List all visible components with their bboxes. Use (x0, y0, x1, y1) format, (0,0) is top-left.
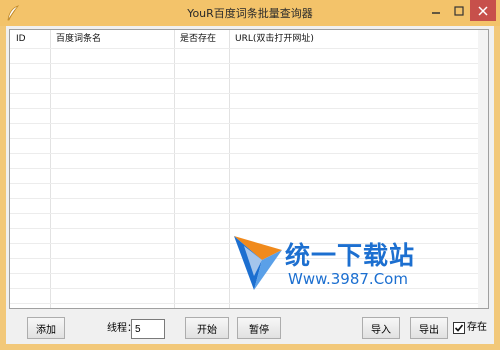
row-gridline (10, 303, 480, 304)
column-header-id[interactable]: ID (10, 30, 50, 48)
title-bar[interactable]: YouR百度词条批量查询器 (0, 0, 500, 26)
row-gridline (10, 123, 480, 124)
row-gridline (10, 138, 480, 139)
checkmark-icon (454, 324, 464, 332)
column-header-entry-name[interactable]: 百度词条名 (50, 30, 174, 48)
row-gridline (10, 168, 480, 169)
app-window: YouR百度词条批量查询器 ID 百度词条名 是否存在 URL(双击打开网址) (0, 0, 500, 350)
minimize-icon (432, 11, 440, 14)
row-gridline (10, 63, 480, 64)
row-gridline (10, 108, 480, 109)
watermark-site-url: Www.3987.Com (288, 270, 408, 288)
column-divider (229, 30, 230, 308)
pause-button[interactable]: 暂停 (237, 317, 281, 339)
add-button[interactable]: 添加 (27, 317, 65, 339)
bottom-toolbar: 添加 线程： 开始 暂停 导入 导出 存在 (0, 310, 500, 350)
column-header-exists[interactable]: 是否存在 (174, 30, 229, 48)
import-button[interactable]: 导入 (362, 317, 400, 339)
column-divider (174, 30, 175, 308)
column-header-url[interactable]: URL(双击打开网址) (229, 30, 479, 48)
row-gridline (10, 78, 480, 79)
row-gridline (10, 228, 480, 229)
vertical-scrollbar[interactable] (478, 30, 488, 308)
watermark-logo: 统一下载站 Www.3987.Com (232, 232, 432, 296)
row-gridline (10, 183, 480, 184)
list-header: ID 百度词条名 是否存在 URL(双击打开网址) (10, 30, 480, 48)
row-gridline (10, 48, 480, 49)
close-button[interactable] (470, 0, 496, 21)
maximize-icon (454, 5, 464, 16)
start-button[interactable]: 开始 (185, 317, 229, 339)
row-gridline (10, 93, 480, 94)
site-logo-icon (234, 236, 282, 290)
row-gridline (10, 213, 480, 214)
row-gridline (10, 198, 480, 199)
column-divider (50, 30, 51, 308)
maximize-button[interactable] (448, 0, 470, 21)
minimize-button[interactable] (424, 0, 448, 21)
exists-checkbox-label[interactable]: 存在 (467, 321, 487, 335)
row-gridline (10, 153, 480, 154)
export-button[interactable]: 导出 (410, 317, 448, 339)
close-icon (478, 5, 488, 16)
exists-checkbox[interactable] (453, 322, 465, 334)
watermark-site-name: 统一下载站 (285, 241, 416, 270)
threads-input[interactable] (131, 319, 165, 339)
